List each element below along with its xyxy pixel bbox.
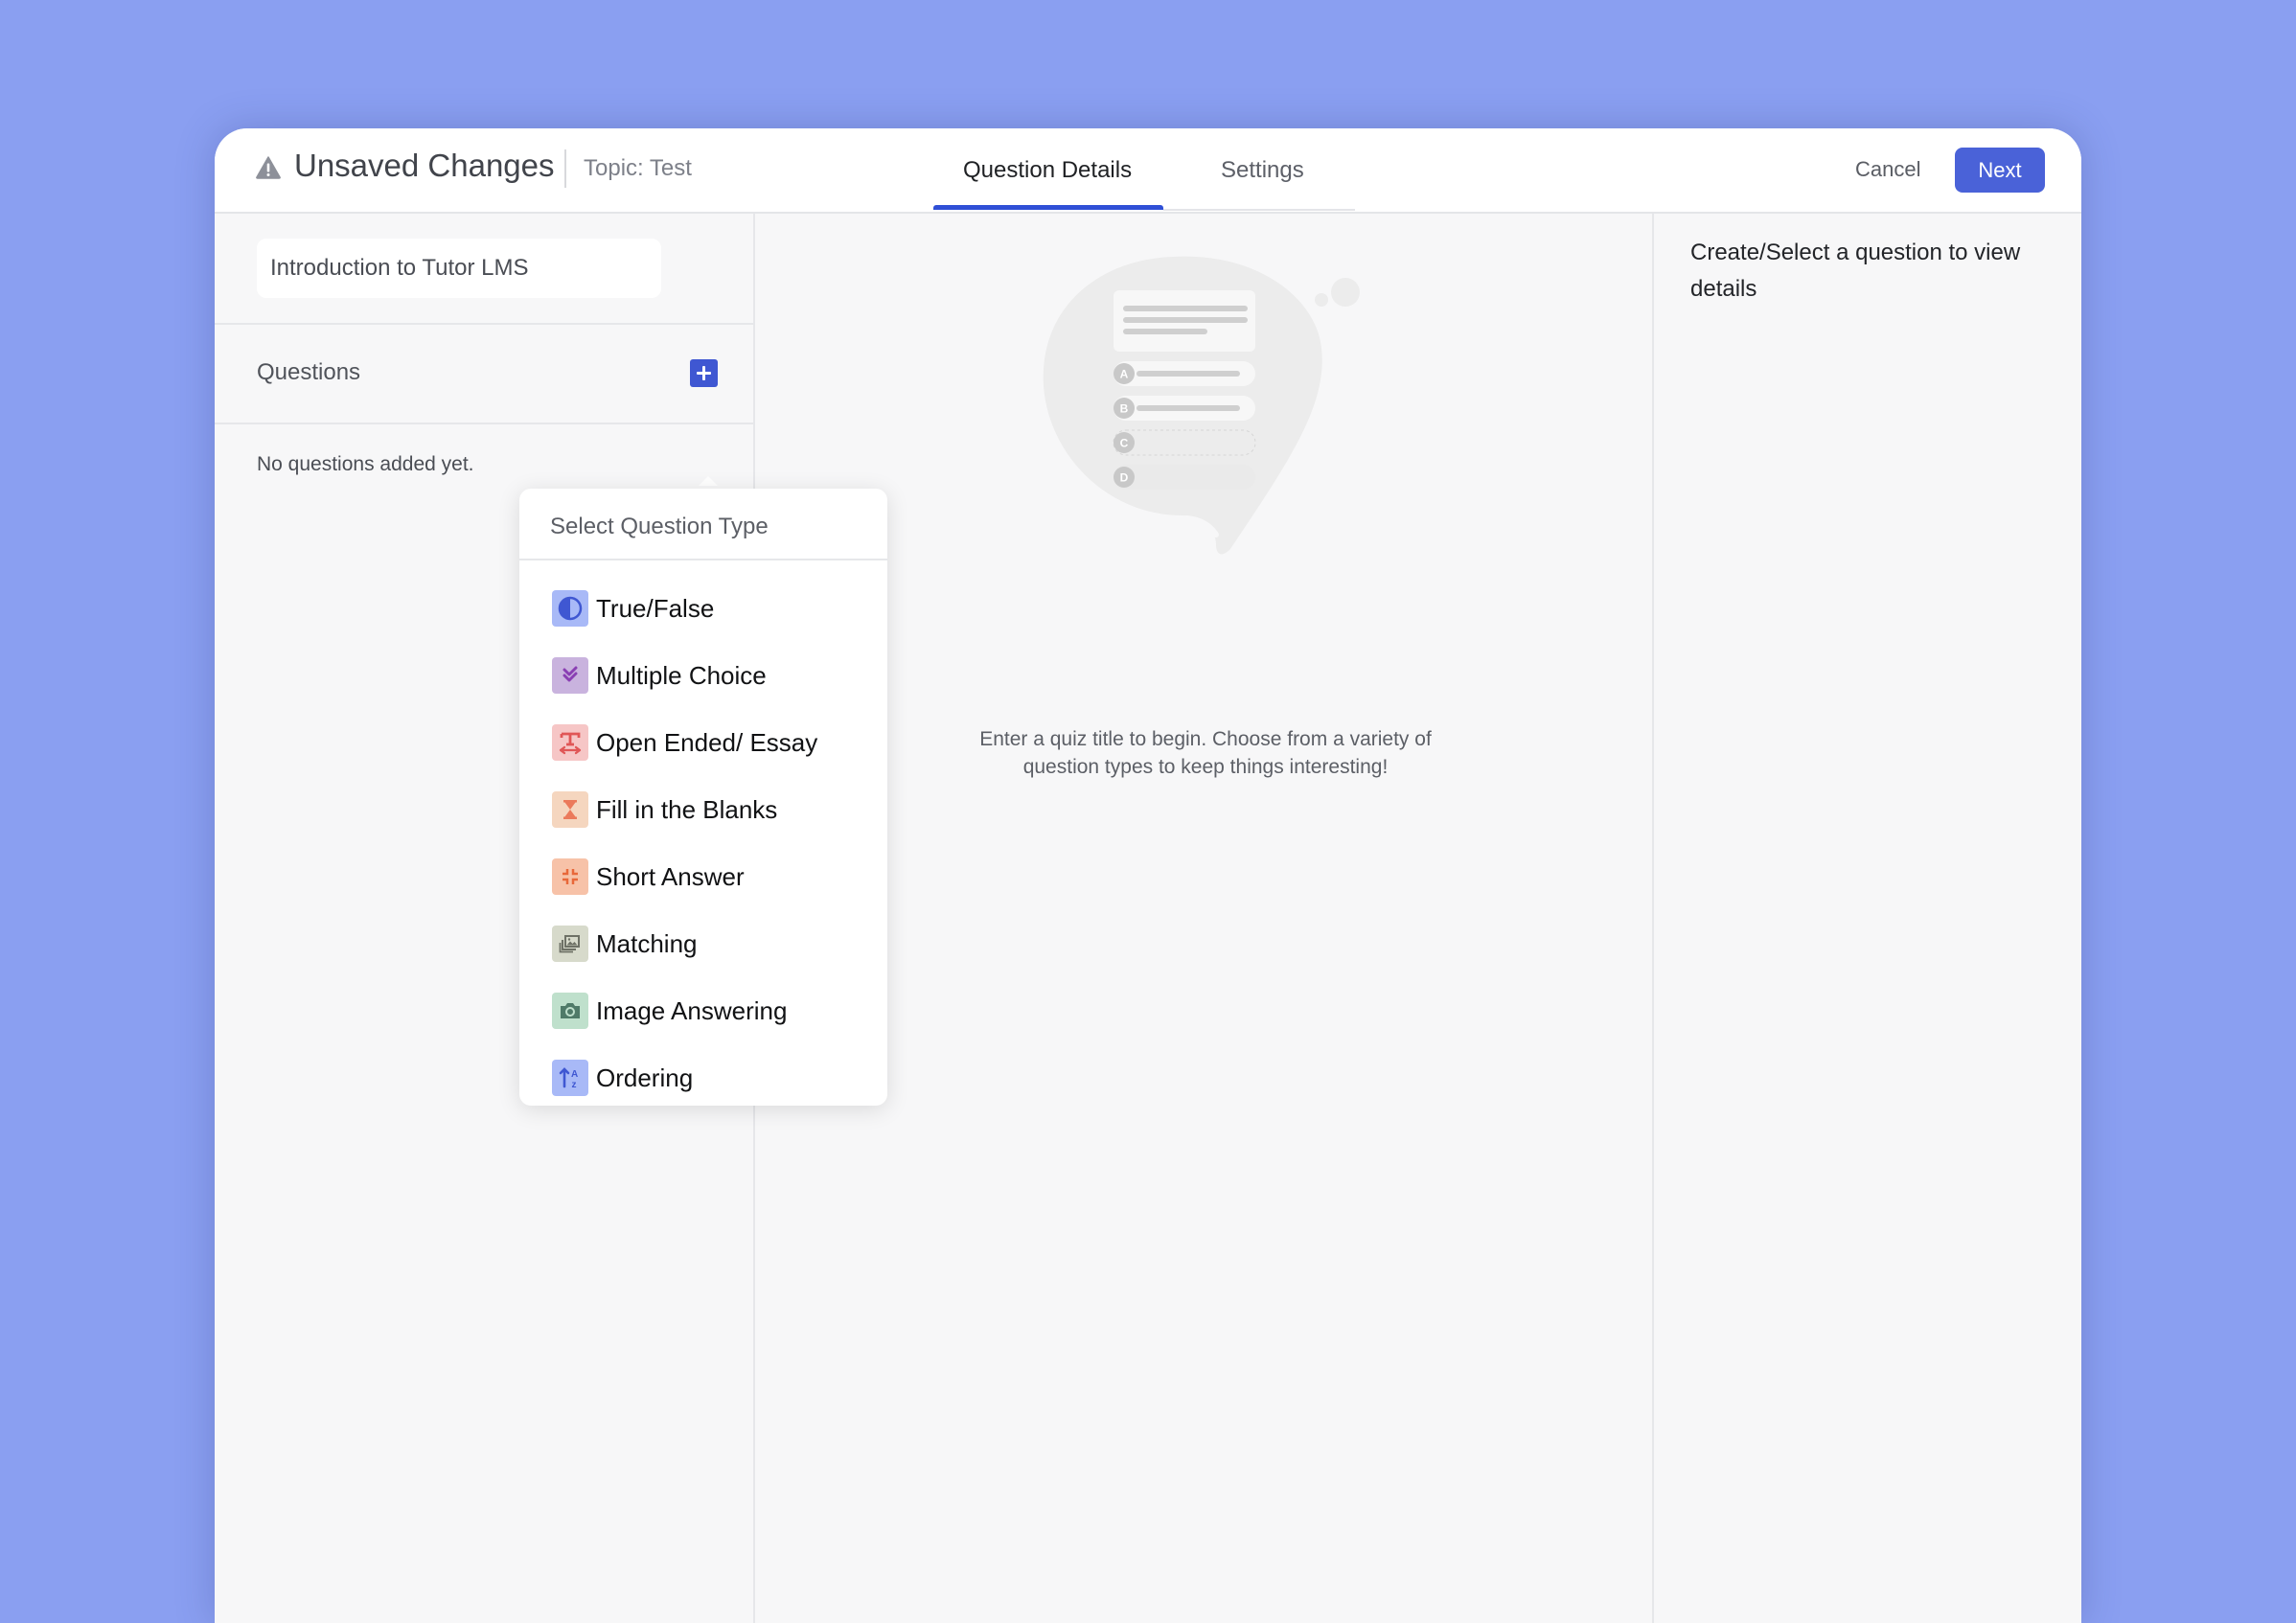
compress-icon xyxy=(552,858,588,895)
empty-state-message: Enter a quiz title to begin. Choose from… xyxy=(979,728,1432,778)
question-type-label: Multiple Choice xyxy=(596,660,767,690)
header-divider xyxy=(564,149,566,188)
add-question-button[interactable] xyxy=(690,359,718,387)
tab-bar: Question Details Settings xyxy=(933,128,1403,212)
select-question-message: Create/Select a question to view details xyxy=(1690,240,2021,302)
topic-label: Topic: Test xyxy=(584,155,692,181)
dropdown-caret xyxy=(699,476,718,486)
questions-sidebar: Questions No questions added yet. Select… xyxy=(215,214,887,1623)
question-type-label: True/False xyxy=(596,593,715,623)
double-check-icon xyxy=(552,657,588,694)
hourglass-icon xyxy=(552,791,588,828)
question-settings-panel: Create/Select a question to view details xyxy=(1652,214,2081,1623)
dropdown-title: Select Question Type xyxy=(550,514,769,539)
divider xyxy=(215,323,753,325)
divider xyxy=(215,423,753,424)
header: Unsaved Changes Topic: Test Question Det… xyxy=(215,128,2081,214)
quiz-builder-window: Unsaved Changes Topic: Test Question Det… xyxy=(215,128,2081,1623)
tab-question-details[interactable]: Question Details xyxy=(963,157,1132,184)
quiz-illustration: A B C D xyxy=(1043,256,1360,555)
cancel-button[interactable]: Cancel xyxy=(1855,157,1920,182)
option-letter: D xyxy=(1120,471,1129,485)
option-letter: B xyxy=(1120,402,1129,416)
warning-icon xyxy=(256,156,281,179)
question-type-label: Short Answer xyxy=(596,861,745,891)
active-tab-indicator xyxy=(933,205,1163,210)
empty-questions-message: No questions added yet. xyxy=(257,453,474,475)
question-type-label: Fill in the Blanks xyxy=(596,794,778,824)
question-type-label: Ordering xyxy=(596,1063,694,1092)
option-letter: C xyxy=(1120,437,1129,450)
question-type-label: Matching xyxy=(596,928,698,958)
quiz-title-input[interactable] xyxy=(257,239,661,298)
camera-icon xyxy=(552,993,588,1029)
svg-text:A: A xyxy=(571,1069,578,1080)
question-details-panel: A B C D Enter a quiz title to begin. Cho… xyxy=(755,214,1652,1623)
option-letter: A xyxy=(1120,368,1129,381)
text-width-icon xyxy=(552,724,588,761)
next-button[interactable]: Next xyxy=(1955,148,2045,193)
tab-track xyxy=(1163,209,1355,211)
half-circle-icon xyxy=(552,590,588,627)
svg-text:z: z xyxy=(572,1080,577,1090)
questions-heading: Questions xyxy=(257,359,361,385)
unsaved-changes-title: Unsaved Changes xyxy=(294,148,555,183)
images-icon xyxy=(552,926,588,962)
tab-settings[interactable]: Settings xyxy=(1221,157,1304,184)
sort-az-icon: Az xyxy=(552,1060,588,1096)
